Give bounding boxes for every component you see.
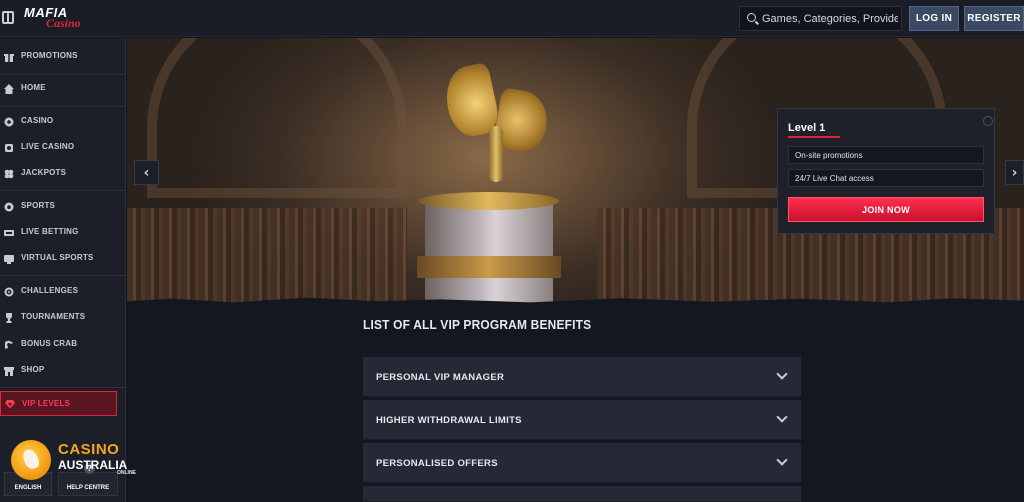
divider <box>0 190 126 191</box>
sidebar-item-sports[interactable]: SPORTS <box>0 196 126 218</box>
carousel-next-button[interactable]: › <box>1005 160 1024 185</box>
casino-australia-badge: CASINO AUSTRALIA ONLINE <box>11 440 136 480</box>
join-now-button[interactable]: JOIN NOW <box>788 197 984 222</box>
crab-icon <box>5 340 13 349</box>
butterfly-trophy-image <box>437 61 552 186</box>
level-title: Level 1 <box>788 122 826 134</box>
kangaroo-logo-icon <box>11 440 51 480</box>
chevron-down-icon <box>776 368 788 380</box>
live-icon <box>5 144 13 152</box>
chevron-down-icon <box>776 454 788 466</box>
home-icon <box>4 84 14 94</box>
sidebar-item-jackpots[interactable]: JACKPOTS <box>0 163 126 185</box>
sidebar-item-label: VIRTUAL SPORTS <box>21 253 94 262</box>
sidebar-item-label: BONUS CRAB <box>21 339 78 348</box>
bookshelf <box>127 208 407 304</box>
carousel-prev-button[interactable]: ‹ <box>134 160 159 185</box>
sidebar-item-label: CHALLENGES <box>21 286 79 295</box>
level-card: Level 1 On-site promotions 24/7 Live Cha… <box>777 108 995 234</box>
sidebar-item-casino[interactable]: CASINO <box>0 111 126 133</box>
benefit-item: On-site promotions <box>788 146 984 164</box>
sidebar-item-label: CASINO <box>21 116 54 125</box>
challenge-icon <box>4 287 14 297</box>
chevron-down-icon <box>776 411 788 423</box>
sidebar-item-label: HOME <box>21 83 46 92</box>
sidebar-item-bonus-crab[interactable]: BONUS CRAB <box>0 334 126 356</box>
sidebar-item-label: LIVE BETTING <box>21 227 79 236</box>
logo[interactable]: MAFIA Casino <box>24 4 86 32</box>
search-box[interactable] <box>739 6 902 31</box>
sidebar-item-challenges[interactable]: CHALLENGES <box>0 281 126 303</box>
trophy-icon <box>6 313 12 323</box>
divider <box>0 74 126 75</box>
divider <box>0 387 126 388</box>
sidebar-item-label: SPORTS <box>21 201 56 210</box>
slot-icon <box>4 117 14 127</box>
arch-decoration <box>147 38 407 198</box>
accordion-item[interactable]: PERSONAL VIP MANAGER <box>363 357 801 397</box>
badge-line-3: ONLINE <box>117 470 136 476</box>
top-bar: MAFIA Casino LOG IN REGISTER <box>0 0 1024 37</box>
pedestal-image <box>417 192 561 304</box>
sidebar-item-label: LIVE CASINO <box>21 142 75 151</box>
accordion-label: PERSONALISED OFFERS <box>376 458 498 469</box>
accordion-item[interactable]: PERSONALISED OFFERS <box>363 443 801 483</box>
benefit-item: 24/7 Live Chat access <box>788 169 984 187</box>
accordion-label: HIGHER WITHDRAWAL LIMITS <box>376 415 522 426</box>
sidebar-item-label: JACKPOTS <box>21 168 67 177</box>
shop-icon <box>4 367 14 376</box>
sidebar-item-label: TOURNAMENTS <box>21 312 86 321</box>
search-input[interactable] <box>762 10 898 28</box>
register-button[interactable]: REGISTER <box>964 6 1024 31</box>
title-underline <box>788 136 840 138</box>
clover-icon <box>4 169 14 179</box>
sidebar-item-label: PROMOTIONS <box>21 51 78 60</box>
accordion-label: PERSONAL VIP MANAGER <box>376 372 505 383</box>
sidebar-item-home[interactable]: HOME <box>0 78 126 100</box>
benefits-title: LIST OF ALL VIP PROGRAM BENEFITS <box>363 317 592 332</box>
divider <box>0 275 126 276</box>
menu-toggle-icon[interactable] <box>2 11 14 24</box>
virtual-icon <box>4 255 14 264</box>
badge-line-1: CASINO <box>58 441 120 458</box>
sidebar: PROMOTIONS HOME CASINO LIVE CASINO JACKP… <box>0 38 126 502</box>
ball-icon <box>4 202 14 212</box>
sidebar-item-label: VIP LEVELS <box>22 399 71 408</box>
sidebar-item-label: SHOP <box>21 365 45 374</box>
accordion-item[interactable] <box>363 486 801 502</box>
login-button[interactable]: LOG IN <box>909 6 959 31</box>
sidebar-item-live-casino[interactable]: LIVE CASINO <box>0 137 126 159</box>
sidebar-item-live-betting[interactable]: LIVE BETTING <box>0 222 126 244</box>
accordion-item[interactable]: HIGHER WITHDRAWAL LIMITS <box>363 400 801 440</box>
gift-icon <box>4 54 14 62</box>
divider <box>0 106 126 107</box>
logo-word-2: Casino <box>46 16 81 30</box>
sidebar-item-virtual-sports[interactable]: VIRTUAL SPORTS <box>0 248 126 270</box>
sidebar-item-shop[interactable]: SHOP <box>0 360 126 382</box>
sidebar-item-tournaments[interactable]: TOURNAMENTS <box>0 307 126 329</box>
search-icon <box>747 13 756 22</box>
live-betting-icon <box>4 230 14 236</box>
sidebar-item-promotions[interactable]: PROMOTIONS <box>0 46 126 68</box>
sidebar-item-vip-levels[interactable]: VIP LEVELS <box>0 391 117 416</box>
diamond-icon <box>5 400 15 409</box>
card-corner-icon <box>983 116 993 126</box>
